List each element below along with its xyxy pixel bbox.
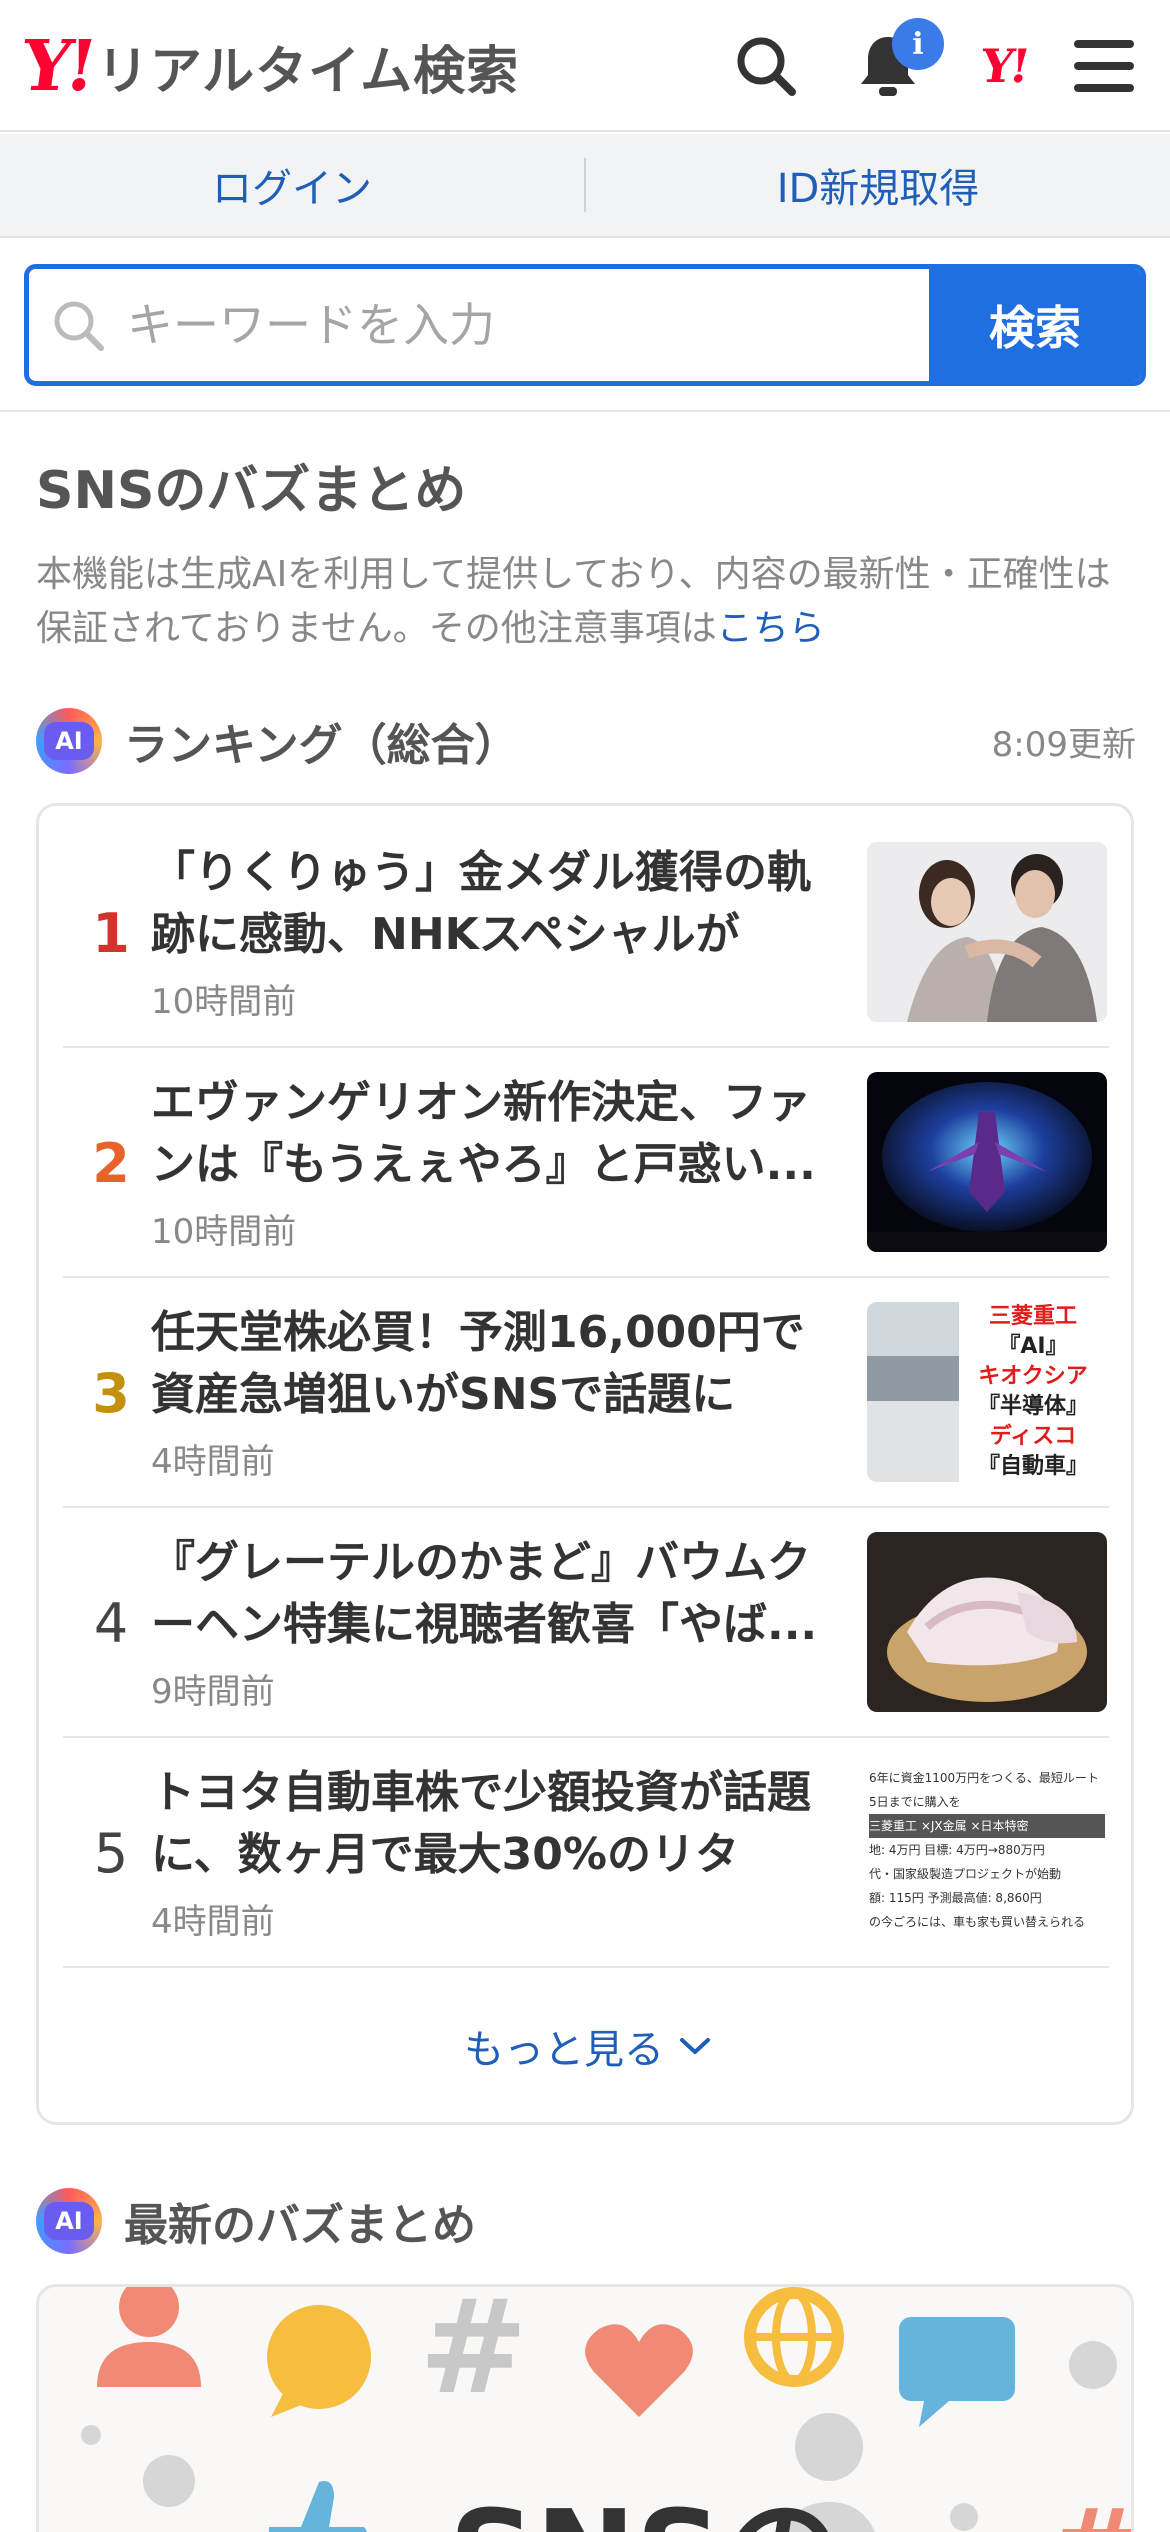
thumbnail-line: 『自動車』	[977, 1454, 1088, 1479]
yahoo-mark-icon[interactable]: Y!	[964, 28, 1044, 104]
hamburger-menu-icon[interactable]	[1064, 28, 1144, 104]
rank-number: 2	[92, 1131, 130, 1195]
latest-title: 最新のバズまとめ	[124, 2200, 476, 2251]
logo-title: リアルタイム検索	[96, 41, 520, 102]
signup-link[interactable]: ID新規取得	[586, 156, 1170, 214]
notification-bell-icon[interactable]: i	[848, 18, 944, 104]
rank-number: 4	[93, 1591, 129, 1655]
item-title[interactable]: 「りくりゅう」金メダル獲得の軌跡に感動、NHKスペシャルが話...	[151, 842, 831, 966]
item-time: 4時間前	[151, 1902, 275, 1942]
thumbnail-investment-image[interactable]: 6年に資金1100万円をつくる、最短ルート 5日までに購入を 三菱重工 ×JX金…	[867, 1762, 1107, 1942]
thumbnail-line: 『半導体』	[977, 1394, 1088, 1419]
ai-notice-text: 本機能は生成AIを利用して提供しており、内容の最新性・正確性は保証されておりませ…	[36, 554, 1111, 649]
notification-badge: i	[892, 18, 944, 70]
ranking-card: 1 「りくりゅう」金メダル獲得の軌跡に感動、NHKスペシャルが話... 10時間…	[36, 803, 1134, 2125]
latest-banner[interactable]: # # SNSの	[36, 2284, 1134, 2532]
ranking-title: ランキング（総合）	[124, 720, 519, 771]
ranking-item[interactable]: 2 エヴァンゲリオン新作決定、ファンは『もうえぇやろ』と戸惑い... 10時間前	[63, 1048, 1109, 1278]
login-link[interactable]: ログイン	[0, 156, 584, 214]
show-more-button[interactable]: もっと見る	[39, 2006, 1137, 2086]
ranking-item[interactable]: 1 「りくりゅう」金メダル獲得の軌跡に感動、NHKスペシャルが話... 10時間…	[63, 818, 1109, 1048]
item-title[interactable]: 任天堂株必買！予測16,000円で資産急増狙いがSNSで話題に	[151, 1302, 831, 1426]
thumbnail-skating-image[interactable]	[867, 842, 1107, 1022]
svg-text:#: #	[1049, 2485, 1134, 2532]
svg-text:#: #	[419, 2287, 528, 2423]
ai-icon: AI	[36, 708, 102, 774]
ai-icon-label: AI	[44, 722, 94, 760]
thumbnail-line: 代・国家級製造プロジェクトが始動	[869, 1867, 1062, 1881]
rank-number: 1	[92, 901, 130, 965]
ai-icon-label: AI	[44, 2202, 94, 2240]
thumbnail-line: ディスコ	[989, 1424, 1077, 1449]
latest-header: AI 最新のバズまとめ	[36, 2186, 476, 2256]
thumbnail-line: 6年に資金1100万円をつくる、最短ルート	[869, 1771, 1099, 1785]
rank-number: 5	[93, 1821, 129, 1885]
item-title[interactable]: 『グレーテルのかまど』バウムクーヘン特集に視聴者歓喜「やば...	[151, 1532, 831, 1656]
app-header: Y! リアルタイム検索 i Y!	[0, 0, 1170, 132]
item-time: 10時間前	[151, 982, 297, 1022]
search-bar: 検索	[24, 264, 1146, 386]
search-icon[interactable]	[726, 28, 806, 104]
search-field[interactable]	[29, 269, 929, 381]
thumbnail-evangelion-image[interactable]	[867, 1072, 1107, 1252]
thumbnail-line: キオクシア	[978, 1364, 1088, 1389]
banner-title: SNSの	[449, 2457, 842, 2532]
ai-notice: 本機能は生成AIを利用して提供しており、内容の最新性・正確性は保証されておりませ…	[36, 548, 1136, 656]
thumbnail-stocks-image[interactable]: 三菱重工 『AI』 キオクシア 『半導体』 ディスコ 『自動車』	[867, 1302, 1107, 1482]
thumbnail-line: 『AI』	[998, 1334, 1068, 1359]
show-more-label: もっと見る	[464, 2027, 664, 2073]
yahoo-logo-mark: Y!	[16, 24, 97, 107]
search-field-icon	[29, 297, 127, 353]
search-button[interactable]: 検索	[929, 269, 1141, 381]
thumbnail-line: 額: 115円 予測最高値: 8,860円	[869, 1891, 1042, 1905]
search-input[interactable]	[127, 298, 929, 352]
auth-bar: ログイン ID新規取得	[0, 134, 1170, 238]
ranking-item[interactable]: 5 トヨタ自動車株で少額投資が話題に、数ヶ月で最大30%のリター... 4時間前…	[63, 1738, 1109, 1968]
thumbnail-line: 5日までに購入を	[869, 1795, 961, 1809]
thumbnail-line: 三菱重工 ×JX金属 ×日本特密	[869, 1814, 1105, 1838]
thumbnail-factory-photo	[867, 1302, 959, 1482]
ranking-item[interactable]: 4 『グレーテルのかまど』バウムクーヘン特集に視聴者歓喜「やば... 9時間前	[63, 1508, 1109, 1738]
thumbnail-line: 地: 4万円 目標: 4万円→880万円	[869, 1843, 1045, 1857]
item-time: 10時間前	[151, 1212, 297, 1252]
ranking-item[interactable]: 3 任天堂株必買！予測16,000円で資産急増狙いがSNSで話題に 4時間前 三…	[63, 1278, 1109, 1508]
chevron-down-icon	[680, 2038, 710, 2054]
section-title: SNSのバズまとめ	[36, 461, 467, 521]
ai-icon: AI	[36, 2188, 102, 2254]
item-title[interactable]: エヴァンゲリオン新作決定、ファンは『もうえぇやろ』と戸惑い...	[151, 1072, 831, 1196]
item-time: 4時間前	[151, 1442, 275, 1482]
item-time: 9時間前	[151, 1672, 275, 1712]
updated-time: 8:09更新	[991, 724, 1136, 765]
yahoo-realtime-logo[interactable]: Y! リアルタイム検索	[16, 24, 520, 107]
notice-link[interactable]: こちら	[717, 608, 825, 649]
rank-number: 3	[92, 1361, 130, 1425]
thumbnail-line: 三菱重工	[988, 1304, 1077, 1329]
section-divider	[0, 410, 1170, 412]
thumbnail-text-list: 三菱重工 『AI』 キオクシア 『半導体』 ディスコ 『自動車』	[959, 1302, 1107, 1482]
ranking-header: AI ランキング（総合） 8:09更新	[36, 706, 1136, 776]
item-title[interactable]: トヨタ自動車株で少額投資が話題に、数ヶ月で最大30%のリター...	[151, 1762, 831, 1886]
thumbnail-baumkuchen-image[interactable]	[867, 1532, 1107, 1712]
yahoo-mark-text: Y!	[977, 39, 1031, 93]
thumbnail-line: の今ごろには、車も家も買い替えられる	[869, 1915, 1086, 1929]
